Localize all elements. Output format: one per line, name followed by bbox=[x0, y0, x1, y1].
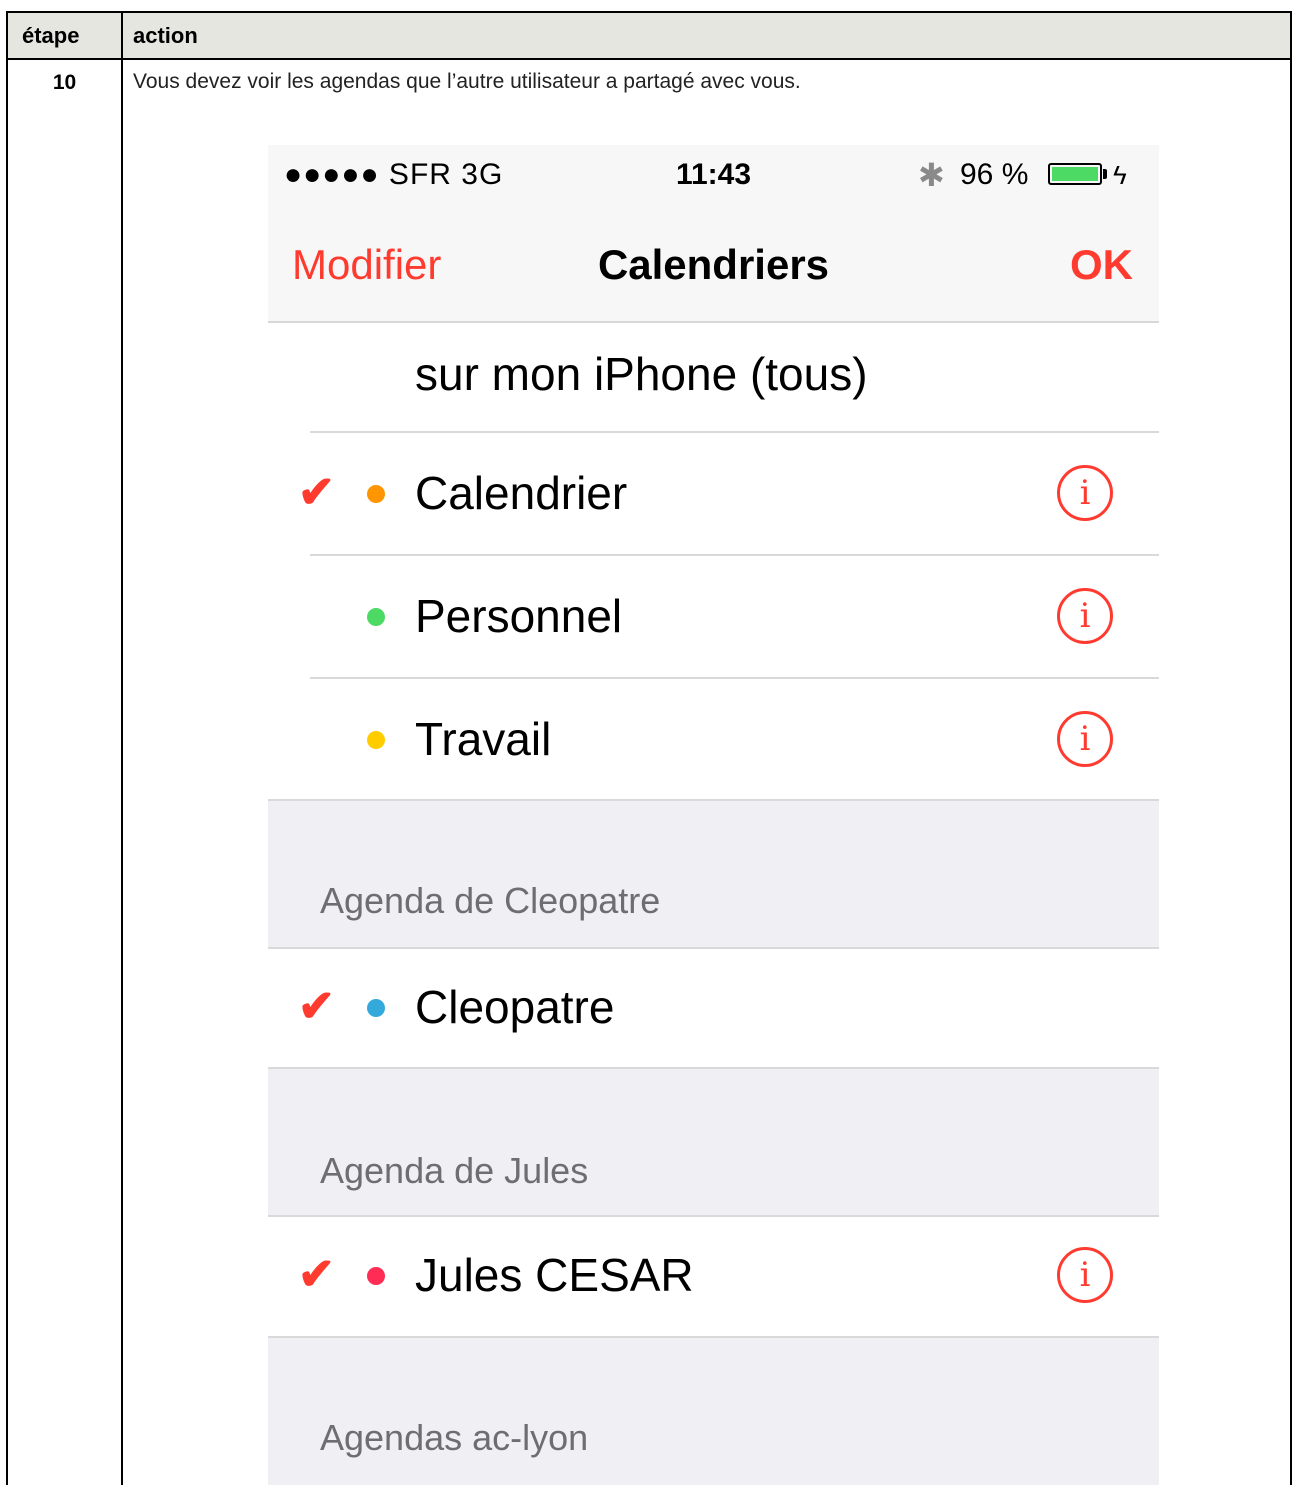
calendar-label: Personnel bbox=[415, 590, 623, 642]
color-dot-icon bbox=[367, 608, 385, 626]
color-dot-icon bbox=[367, 999, 385, 1017]
calendar-row-travail[interactable]: Travail i bbox=[268, 679, 1159, 799]
section-title: Agenda de Cleopatre bbox=[320, 880, 661, 921]
checkmark-icon: ✔ bbox=[298, 982, 335, 1031]
action-description: Vous devez voir les agendas que l’autre … bbox=[133, 70, 801, 93]
calendar-row-personnel[interactable]: Personnel i bbox=[268, 556, 1159, 677]
calendar-row-calendrier[interactable]: ✔ Calendrier i bbox=[268, 433, 1159, 554]
charging-icon: ϟ bbox=[1113, 160, 1127, 190]
info-icon[interactable]: i bbox=[1057, 1247, 1113, 1303]
calendar-label: Travail bbox=[415, 713, 552, 765]
battery-icon bbox=[1048, 163, 1102, 185]
column-divider bbox=[121, 13, 123, 1485]
battery-percent: 96 % bbox=[960, 158, 1029, 191]
header-step: étape bbox=[22, 23, 80, 48]
section-header: Agendas ac-lyon bbox=[268, 1338, 1159, 1485]
calendar-label: Calendrier bbox=[415, 467, 628, 519]
color-dot-icon bbox=[367, 731, 385, 749]
show-all-row[interactable]: sur mon iPhone (tous) bbox=[268, 323, 1159, 431]
color-dot-icon bbox=[367, 1267, 385, 1285]
battery-tip bbox=[1103, 169, 1107, 179]
bluetooth-icon: ✱ bbox=[918, 157, 945, 193]
phone-screenshot: ●●●●● SFR 3G 11:43 ✱ 96 % ϟ Modifier Cal… bbox=[268, 145, 1159, 1485]
checkmark-icon: ✔ bbox=[298, 468, 335, 517]
checkmark-icon: ✔ bbox=[298, 1250, 335, 1299]
calendar-label: Cleopatre bbox=[415, 981, 615, 1033]
calendar-row-jules-cesar[interactable]: ✔ Jules CESAR i bbox=[268, 1217, 1159, 1336]
section-title: Agendas ac-lyon bbox=[320, 1417, 589, 1458]
done-button[interactable]: OK bbox=[1070, 240, 1133, 290]
calendar-row-cleopatre[interactable]: ✔ Cleopatre bbox=[268, 949, 1159, 1067]
info-icon[interactable]: i bbox=[1057, 465, 1113, 521]
section-header: Agenda de Cleopatre bbox=[268, 801, 1159, 947]
step-number: 10 bbox=[52, 71, 77, 94]
color-dot-icon bbox=[367, 485, 385, 503]
section-header: Agenda de Jules bbox=[268, 1069, 1159, 1215]
navigation-bar: ●●●●● SFR 3G 11:43 ✱ 96 % ϟ Modifier Cal… bbox=[268, 145, 1159, 323]
page-title: Calendriers bbox=[597, 241, 830, 288]
info-icon[interactable]: i bbox=[1057, 588, 1113, 644]
info-icon[interactable]: i bbox=[1057, 711, 1113, 767]
table-header-row: étape action bbox=[8, 13, 1290, 60]
calendar-label: Jules CESAR bbox=[415, 1249, 694, 1301]
section-title: Agenda de Jules bbox=[320, 1150, 589, 1191]
header-action: action bbox=[133, 23, 198, 48]
show-all-label: sur mon iPhone (tous) bbox=[415, 348, 868, 400]
